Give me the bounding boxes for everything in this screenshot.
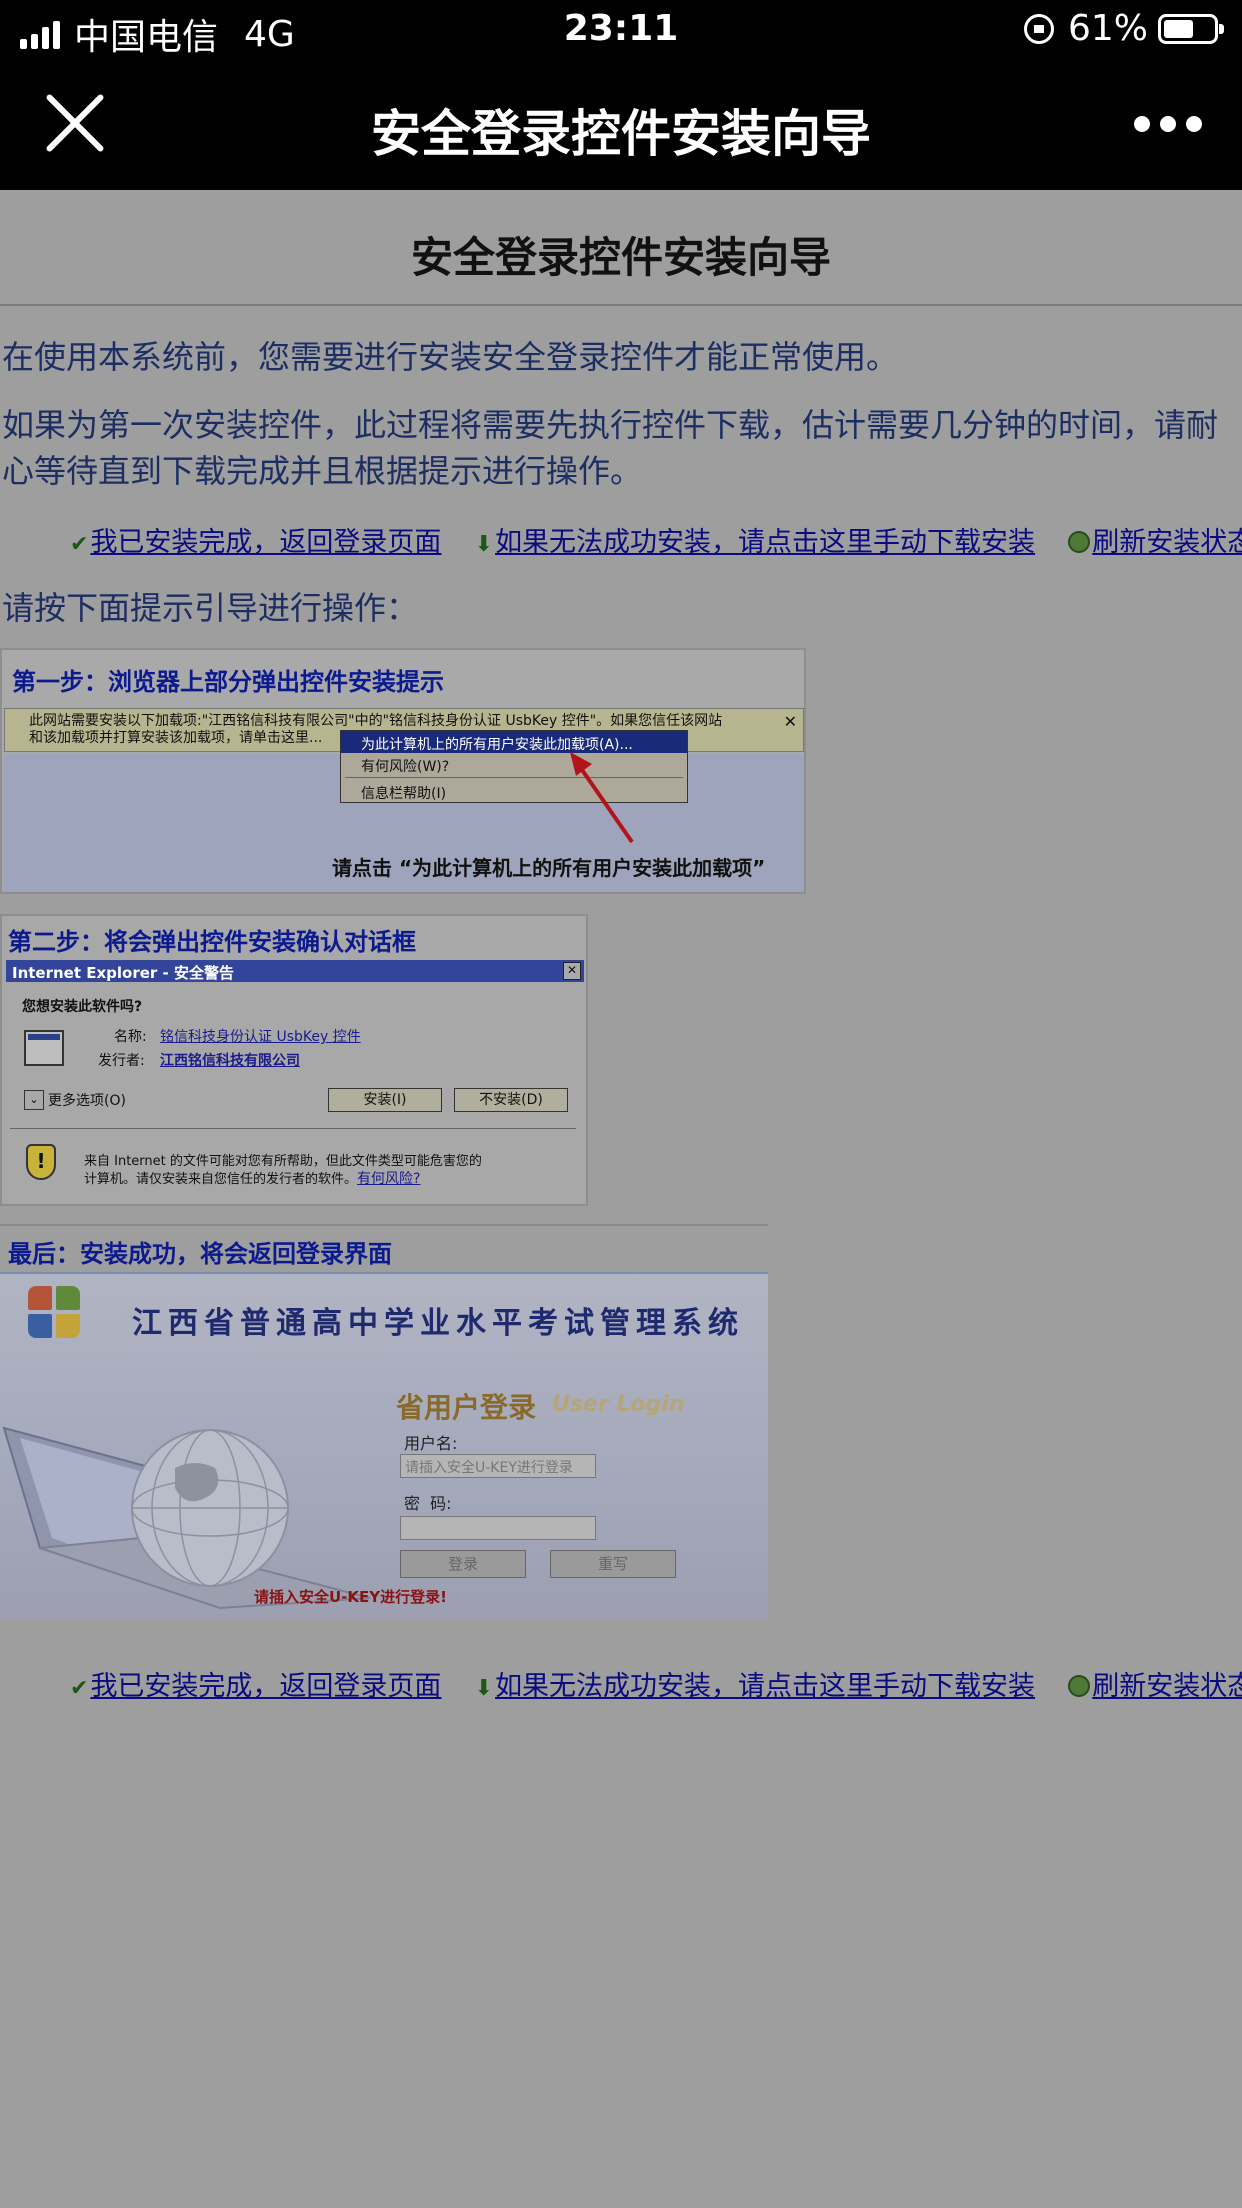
login-button: 登录 — [400, 1550, 526, 1578]
login-screen: 江西省普通高中学业水平考试管理系统 省用户登录 User Login 用户名: … — [0, 1272, 768, 1620]
password-field — [400, 1516, 596, 1540]
name-label: 名称: — [114, 1029, 147, 1045]
link-manual-download[interactable]: 如果无法成功安装，请点击这里手动下载安装 — [495, 1671, 1035, 1702]
publisher-value-link: 江西铭信科技有限公司 — [160, 1053, 300, 1069]
step2-heading: 第二步：将会弹出控件安装确认对话框 — [8, 928, 416, 956]
nav-title: 安全登录控件安装向导 — [371, 105, 871, 163]
windows-logo-icon — [28, 1286, 84, 1342]
refresh-icon — [1068, 531, 1091, 553]
links-row-top: ✔我已安装完成，返回登录页面 ⬇如果无法成功安装，请点击这里手动下载安装 刷新安… — [70, 520, 1242, 559]
link-install-done[interactable]: 我已安装完成，返回登录页面 — [90, 1671, 441, 1702]
link-refresh-status[interactable]: 刷新安装状态 — [1092, 527, 1242, 558]
dialog-warning-text-2: 计算机。请仅安装来自您信任的发行者的软件。 — [84, 1172, 358, 1187]
program-icon — [24, 1030, 64, 1066]
more-options-icon[interactable] — [1134, 116, 1202, 132]
system-title: 江西省普通高中学业水平考试管理系统 — [132, 1306, 744, 1341]
username-label: 用户名: — [404, 1434, 458, 1453]
guide-text: 请按下面提示引导进行操作： — [2, 589, 419, 627]
step3-heading: 最后：安装成功，将会返回登录界面 — [8, 1240, 392, 1268]
page-title: 安全登录控件安装向导 — [0, 190, 1242, 306]
login-title: 省用户登录 — [396, 1391, 537, 1424]
step1-heading: 第一步：浏览器上部分弹出控件安装提示 — [12, 668, 444, 696]
rotation-lock-icon — [1023, 13, 1054, 44]
chevron-down-icon: ⌄ — [24, 1090, 44, 1110]
download-arrow-icon: ⬇ — [474, 532, 494, 557]
status-right: 61% — [1023, 8, 1224, 49]
battery-percent: 61% — [1067, 8, 1148, 49]
check-icon: ✔ — [70, 1676, 89, 1701]
download-arrow-icon: ⬇ — [474, 1676, 494, 1701]
reset-button: 重写 — [550, 1550, 676, 1578]
link-refresh-status[interactable]: 刷新安装状态 — [1092, 1671, 1242, 1702]
install-button: 安装(I) — [328, 1088, 442, 1112]
dialog-warning-line-1: 来自 Internet 的文件可能对您有所帮助，但此文件类型可能危害您的 — [84, 1154, 482, 1169]
nav-bar: 安全登录控件安装向导 — [0, 62, 1242, 190]
name-value-link: 铭信科技身份认证 UsbKey 控件 — [160, 1029, 361, 1045]
refresh-icon — [1068, 1675, 1091, 1697]
link-install-done[interactable]: 我已安装完成，返回登录页面 — [90, 527, 441, 558]
risk-link: 有何风险? — [357, 1171, 421, 1187]
dont-install-button: 不安装(D) — [454, 1088, 568, 1112]
red-arrow-icon — [570, 752, 634, 844]
publisher-label: 发行者: — [98, 1053, 145, 1069]
username-field: 请插入安全U-KEY进行登录 — [400, 1454, 596, 1478]
status-bar: 中国电信 4G 23:11 61% — [0, 0, 1242, 62]
battery-icon — [1158, 13, 1224, 44]
dialog-question: 您想安装此软件吗? — [22, 999, 143, 1015]
more-options-toggle: ⌄ 更多选项(O) — [24, 1090, 126, 1110]
dialog-title-bar: Internet Explorer - 安全警告 ✕ — [6, 960, 584, 982]
login-warning: 请插入安全U-KEY进行登录! — [254, 1588, 447, 1606]
intro-text-1: 在使用本系统前，您需要进行安装安全登录控件才能正常使用。 — [2, 338, 899, 376]
links-row-bottom: ✔我已安装完成，返回登录页面 ⬇如果无法成功安装，请点击这里手动下载安装 刷新安… — [70, 1664, 1242, 1703]
warning-shield-icon: ! — [26, 1144, 56, 1180]
dialog-close-icon: ✕ — [563, 962, 581, 980]
intro-text-2: 如果为第一次安装控件，此过程将需要先执行控件下载，估计需要几分钟的时间，请耐心等… — [2, 406, 1219, 490]
check-icon: ✔ — [70, 532, 89, 557]
dialog-title: Internet Explorer - 安全警告 — [12, 964, 234, 982]
dialog-divider — [10, 1128, 576, 1129]
step1-tip: 请点击 “为此计算机上的所有用户安装此加载项” — [332, 856, 766, 880]
link-manual-download[interactable]: 如果无法成功安装，请点击这里手动下载安装 — [495, 527, 1035, 558]
password-label: 密 码: — [404, 1494, 452, 1513]
top-bar: 中国电信 4G 23:11 61% 安全登录控件安装向导 — [0, 0, 1242, 190]
step1-screenshot: 第一步：浏览器上部分弹出控件安装提示 此网站需要安装以下加载项:"江西铭信科技有… — [0, 648, 806, 894]
dialog-warning-line-2: 计算机。请仅安装来自您信任的发行者的软件。有何风险? — [84, 1168, 420, 1188]
page-content: 安全登录控件安装向导 在使用本系统前，您需要进行安装安全登录控件才能正常使用。 … — [0, 190, 1242, 629]
login-title-en: User Login — [552, 1392, 685, 1417]
step2-screenshot: 第二步：将会弹出控件安装确认对话框 Internet Explorer - 安全… — [0, 914, 588, 1206]
more-options-label: 更多选项(O) — [48, 1093, 126, 1109]
info-bar-close-icon: ✕ — [783, 712, 797, 731]
step3-screenshot: 最后：安装成功，将会返回登录界面 江西省普通高中学业水平考试管理系统 省用户登录… — [0, 1224, 768, 1620]
info-bar-line-1: 此网站需要安装以下加载项:"江西铭信科技有限公司"中的"铭信科技身份认证 Usb… — [29, 713, 723, 729]
